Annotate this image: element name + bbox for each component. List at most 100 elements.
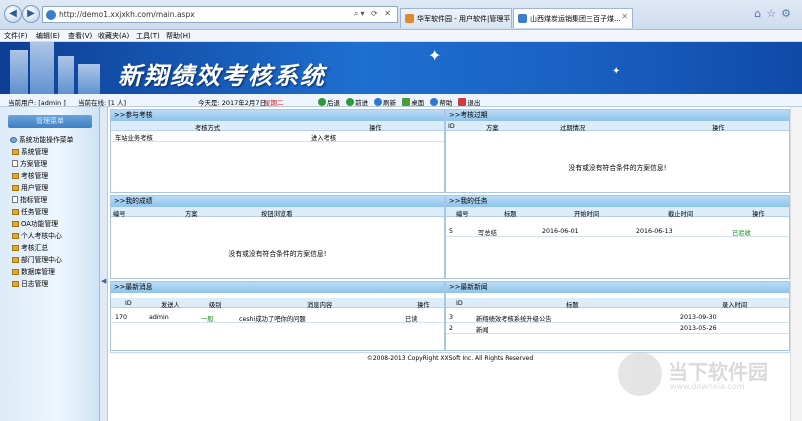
folder-icon [12,245,19,251]
table-header: 编号 标题 开始时间 截止时间 操作 [446,207,789,218]
news-id: 3 [449,314,454,321]
sidebar-collapse-bar[interactable]: ◀ [100,107,108,421]
watermark-logo-icon [618,352,662,396]
logout-action[interactable]: 退出 [458,97,480,107]
favorites-star-icon[interactable]: ☆ [766,7,781,20]
folder-icon [12,149,19,155]
news-title-link[interactable]: 新闻 [476,325,489,334]
table-row: 2 新闻 2013-05-26 [446,323,789,334]
tab-label: 山西煤炭运销集团三百子煤... [530,15,621,23]
tab-huajun[interactable]: 华军软件园 - 用户软件|管理平台 [400,8,512,28]
menu-view[interactable]: 查看(V) [68,31,92,41]
app-title: 新翔绩效考核系统 [118,61,326,90]
empty-message: 没有或没有符合条件的方案信息! [568,164,667,172]
refresh-icon [374,98,383,106]
column-header: 级别 [209,302,222,309]
column-header: 截止时间 [668,211,694,218]
forward-action[interactable]: 前进 [346,97,368,107]
help-action[interactable]: 帮助 [430,97,452,107]
gear-icon [10,137,17,143]
message-level: 一般 [201,316,214,323]
folder-icon [12,221,19,227]
sidebar-item-system-ops[interactable]: 系统功能操作菜单 [10,134,73,144]
sidebar-item-assess[interactable]: 考核管理 [12,170,48,180]
menu-file[interactable]: 文件(F) [4,31,28,41]
building-graphic [58,56,74,94]
folder-icon [12,185,19,191]
sidebar-item-department[interactable]: 部门管理中心 [12,254,62,264]
column-header: 方案 [185,211,198,218]
document-icon [12,196,18,203]
tab-close-icon[interactable]: ✕ [621,12,628,21]
panel-scores: >>我的成绩 编号 方案 按钮浏览看 没有或没有符合条件的方案信息! [110,195,445,279]
sidebar: 管理菜单 系统功能操作菜单 系统管理 方案管理 考核管理 用户管理 指标管理 任… [0,107,100,421]
logout-icon [458,98,467,106]
sidebar-item-tasks[interactable]: 任务管理 [12,206,48,216]
panel-title: >>我的任务 [446,196,789,207]
tab-shanxi[interactable]: 山西煤炭运销集团三百子煤... ✕ [513,8,633,28]
column-header: 开始时间 [574,211,600,218]
desktop-action[interactable]: 桌面 [402,97,424,107]
sidebar-item-logs[interactable]: 日志管理 [12,278,48,288]
column-header: 过期情况 [560,125,586,132]
back-action[interactable]: 后退 [318,97,340,107]
column-header: ID [456,300,463,307]
table-header: 编号 方案 按钮浏览看 [111,207,444,218]
menu-edit[interactable]: 编辑(E) [36,31,60,41]
address-url[interactable]: http://demo1.xxjxkh.com/main.aspx [59,10,195,19]
table-header: ID 方案 过期情况 操作 [446,121,789,132]
folder-icon [12,257,19,263]
browser-icons[interactable]: ⌂☆⚙ [754,7,796,20]
message-content[interactable]: ceshi成功了吧你的问题 [239,314,306,323]
settings-gear-icon[interactable]: ⚙ [781,7,796,20]
menu-tools[interactable]: 工具(T) [136,31,160,41]
desktop-icon [402,98,411,106]
today-date: 今天是: 2017年2月7日 [198,99,267,107]
menu-favorites[interactable]: 收藏夹(A) [98,31,129,41]
sparkle-icon: ✦ [428,46,442,65]
sidebar-item-summary[interactable]: 考核汇总 [12,242,48,252]
forward-icon[interactable]: ▶ [22,5,40,23]
news-date: 2013-09-30 [680,314,717,321]
news-title-link[interactable]: 新翔绩效考核系统升级公告 [476,314,552,323]
refresh-action[interactable]: 刷新 [374,97,396,107]
back-icon[interactable]: ◀ [4,5,22,23]
sidebar-item-indicators[interactable]: 指标管理 [12,194,47,204]
message-sender: admin [149,314,169,321]
collapse-arrow-icon[interactable]: ◀ [101,277,106,285]
sidebar-item-database[interactable]: 数据库管理 [12,266,55,276]
news-date: 2013-05-26 [680,325,717,332]
column-header: 标题 [566,302,579,309]
site-favicon-icon [46,10,56,20]
menu-help[interactable]: 帮助(H) [166,31,191,41]
tab-label: 华军软件园 - 用户软件|管理平台 [417,15,512,23]
sidebar-item-plan[interactable]: 方案管理 [12,158,47,168]
panel-title: >>最新新闻 [446,282,789,293]
panel-messages: >>最新消息 ID 发送人 级别 消息内容 操作 170 admin 一般 ce… [110,281,445,351]
panel-expired: >>考核过期 ID 方案 过期情况 操作 没有或没有符合条件的方案信息! [445,109,790,193]
sidebar-item-personal[interactable]: 个人考核中心 [12,230,62,240]
enter-assess-link[interactable]: 进入考核 [311,133,336,142]
panel-title: >>参与考核 [111,110,444,121]
column-header: 操作 [417,302,430,309]
address-bar[interactable]: http://demo1.xxjxkh.com/main.aspx ⌕▾ ⟳ ✕ [42,6,398,23]
forward-arrow-icon [346,98,355,106]
message-read-status[interactable]: 已读 [405,314,418,323]
task-start: 2016-06-01 [542,228,579,235]
sidebar-item-system[interactable]: 系统管理 [12,146,48,156]
building-graphic [78,64,100,94]
document-icon [12,160,18,167]
folder-icon [12,281,19,287]
table-header: ID 发送人 级别 消息内容 操作 [111,298,444,309]
current-user: 当前用户: [admin ] [8,99,66,107]
task-status-link[interactable]: 已验收 [732,228,751,237]
sidebar-item-users[interactable]: 用户管理 [12,182,48,192]
task-title[interactable]: 写总结 [478,228,497,237]
message-id: 170 [115,314,128,321]
address-tools-icon[interactable]: ⌕▾ ⟳ ✕ [354,9,393,19]
column-header: 按钮浏览看 [261,211,293,218]
sidebar-item-oa[interactable]: OA功能管理 [12,218,58,228]
table-header: 考核方式 操作 [111,121,444,132]
home-icon[interactable]: ⌂ [754,7,766,20]
column-header: 录入时间 [722,302,748,309]
